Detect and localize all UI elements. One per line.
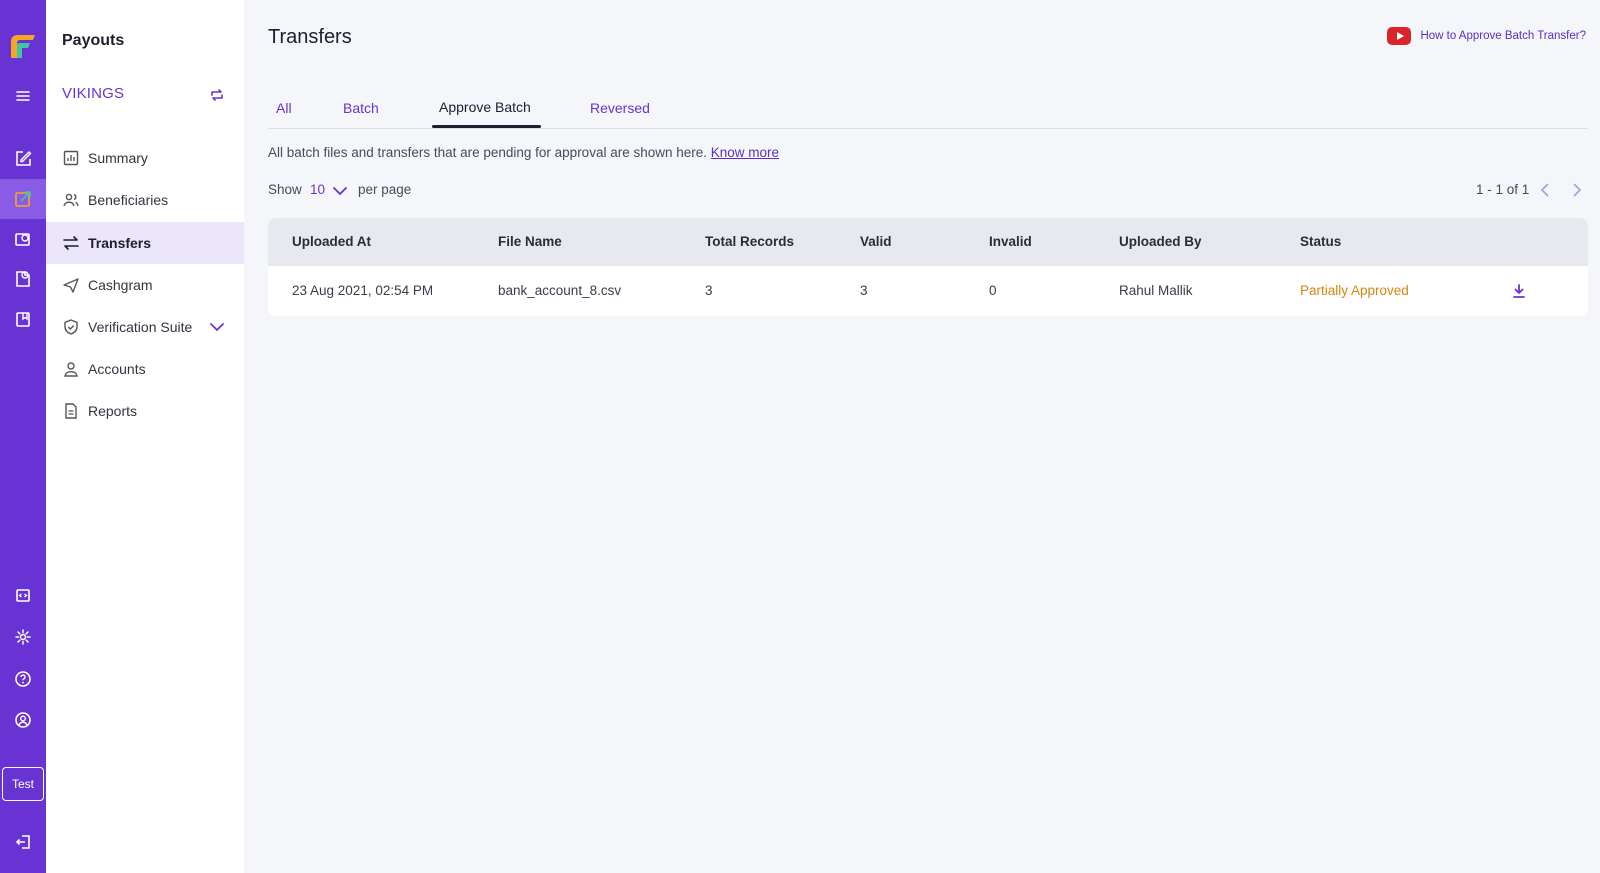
column-header[interactable]: Total Records bbox=[705, 234, 794, 249]
logout-icon bbox=[15, 835, 30, 849]
sidebar-item-verification-suite[interactable]: Verification Suite bbox=[46, 306, 244, 348]
environment-badge[interactable]: Test bbox=[2, 767, 44, 801]
youtube-icon bbox=[1387, 27, 1412, 45]
column-header[interactable]: Status bbox=[1300, 234, 1341, 249]
send-icon bbox=[62, 276, 80, 294]
tab-all[interactable]: All bbox=[276, 100, 292, 116]
rail-subscriptions-button[interactable] bbox=[0, 299, 46, 339]
gear-icon bbox=[15, 629, 31, 645]
rail-refunds-button[interactable] bbox=[0, 219, 46, 259]
sidebar-item-label: Transfers bbox=[88, 235, 152, 251]
sidebar-item-label: Summary bbox=[88, 150, 148, 166]
bookmark-doc-icon bbox=[16, 312, 30, 327]
column-header[interactable]: Invalid bbox=[989, 234, 1032, 249]
help-video-link[interactable]: How to Approve Batch Transfer? bbox=[1387, 27, 1586, 45]
sidebar-item-beneficiaries[interactable]: Beneficiaries bbox=[46, 179, 244, 221]
sidebar-item-transfers[interactable]: Transfers bbox=[46, 222, 244, 264]
info-message: All batch files and transfers that are p… bbox=[268, 145, 708, 160]
payouts-icon bbox=[15, 191, 31, 207]
rail-payouts-button[interactable] bbox=[0, 179, 46, 219]
page-title: Transfers bbox=[268, 26, 352, 48]
know-more-link[interactable]: Know more bbox=[711, 145, 779, 160]
sidebar-item-label: Cashgram bbox=[88, 277, 153, 293]
per-page-label: per page bbox=[358, 182, 412, 197]
user-icon bbox=[62, 360, 80, 378]
cell-uploaded-at: 23 Aug 2021, 02:54 PM bbox=[292, 283, 434, 298]
chevron-right-icon[interactable] bbox=[1568, 181, 1586, 199]
section-sidebar: Payouts VIKINGS Summary Beneficiaries Tr… bbox=[46, 0, 244, 873]
rail-developers-button[interactable] bbox=[0, 575, 46, 615]
tab-batch[interactable]: Batch bbox=[343, 100, 379, 116]
hamburger-icon bbox=[16, 91, 30, 101]
info-text: All batch files and transfers that are p… bbox=[268, 145, 779, 160]
document-icon bbox=[62, 402, 80, 420]
sidebar-item-accounts[interactable]: Accounts bbox=[46, 348, 244, 390]
chevron-down-icon[interactable] bbox=[208, 318, 226, 336]
user-circle-icon bbox=[15, 712, 31, 728]
sidebar-item-label: Accounts bbox=[88, 361, 146, 377]
column-header[interactable]: Valid bbox=[860, 234, 892, 249]
active-tab-indicator bbox=[432, 125, 541, 128]
chart-icon bbox=[62, 149, 80, 167]
cashfree-logo-icon[interactable] bbox=[8, 30, 38, 60]
icon-rail: Test bbox=[0, 0, 46, 873]
sidebar-item-summary[interactable]: Summary bbox=[46, 137, 244, 179]
document-badge-icon bbox=[16, 271, 30, 287]
users-icon bbox=[62, 191, 80, 209]
tab-reversed[interactable]: Reversed bbox=[590, 100, 650, 116]
sidebar-item-label: Reports bbox=[88, 403, 138, 419]
rail-logout-button[interactable] bbox=[0, 822, 46, 862]
edit-square-icon bbox=[16, 151, 32, 166]
cell-invalid: 0 bbox=[989, 283, 997, 298]
rail-pg-button[interactable] bbox=[0, 139, 46, 179]
batch-table: Uploaded At File Name Total Records Vali… bbox=[268, 218, 1588, 316]
sidebar-title: Payouts bbox=[62, 32, 125, 49]
cell-file-name: bank_account_8.csv bbox=[498, 283, 622, 298]
rail-profile-button[interactable] bbox=[0, 700, 46, 740]
sidebar-item-label: Beneficiaries bbox=[88, 192, 169, 208]
table-header: Uploaded At File Name Total Records Vali… bbox=[268, 218, 1588, 266]
rail-settings-button[interactable] bbox=[0, 617, 46, 657]
chevron-left-icon[interactable] bbox=[1536, 181, 1554, 199]
menu-toggle-button[interactable] bbox=[0, 76, 46, 116]
status-badge: Partially Approved bbox=[1300, 283, 1409, 298]
help-circle-icon bbox=[15, 671, 31, 687]
tab-approve-batch[interactable]: Approve Batch bbox=[439, 99, 531, 115]
code-icon bbox=[16, 589, 30, 602]
transfer-tabs: All Batch Approve Batch Reversed bbox=[268, 90, 1588, 129]
show-label: Show bbox=[268, 182, 302, 197]
column-header[interactable]: Uploaded At bbox=[292, 234, 371, 249]
table-row[interactable]: 23 Aug 2021, 02:54 PM bank_account_8.csv… bbox=[268, 266, 1588, 316]
wallet-refresh-icon bbox=[15, 233, 30, 246]
cell-total-records: 3 bbox=[705, 283, 713, 298]
column-header[interactable]: File Name bbox=[498, 234, 562, 249]
main-content: Transfers How to Approve Batch Transfer?… bbox=[244, 0, 1600, 873]
download-icon[interactable] bbox=[1510, 282, 1528, 300]
chevron-down-icon[interactable] bbox=[332, 183, 348, 199]
page-size-select[interactable]: 10 bbox=[310, 182, 325, 197]
switch-account-icon[interactable] bbox=[208, 86, 226, 104]
cell-valid: 3 bbox=[860, 283, 868, 298]
merchant-name[interactable]: VIKINGS bbox=[62, 85, 124, 102]
rail-verification-button[interactable] bbox=[0, 259, 46, 299]
transfer-arrows-icon bbox=[62, 234, 80, 252]
column-header[interactable]: Uploaded By bbox=[1119, 234, 1202, 249]
sidebar-item-cashgram[interactable]: Cashgram bbox=[46, 264, 244, 306]
sidebar-item-label: Verification Suite bbox=[88, 319, 193, 335]
page-range: 1 - 1 of 1 bbox=[1476, 182, 1530, 197]
help-video-label: How to Approve Batch Transfer? bbox=[1420, 30, 1586, 42]
rail-help-button[interactable] bbox=[0, 659, 46, 699]
pagination-bar: Show 10 per page 1 - 1 of 1 bbox=[268, 180, 1588, 202]
sidebar-item-reports[interactable]: Reports bbox=[46, 390, 244, 432]
cell-uploaded-by: Rahul Mallik bbox=[1119, 283, 1193, 298]
shield-check-icon bbox=[62, 318, 80, 336]
